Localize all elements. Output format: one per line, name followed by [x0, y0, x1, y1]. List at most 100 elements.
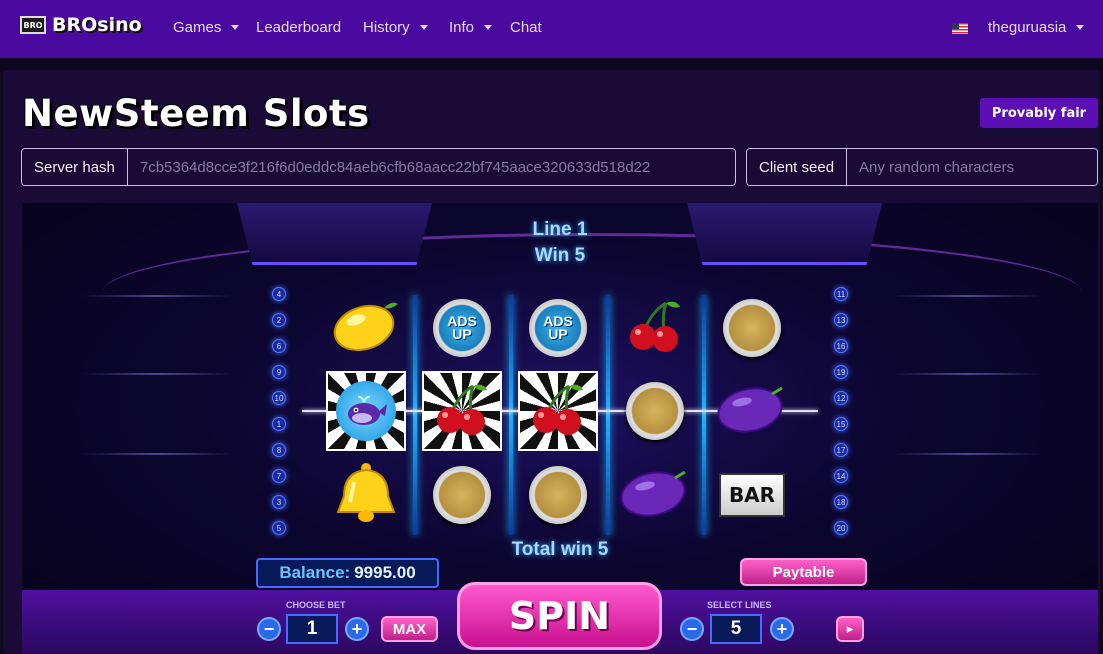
balance-label: Balance: [279, 563, 351, 582]
client-seed-input[interactable] [847, 149, 1097, 185]
brand-link[interactable]: BRO BROsino [20, 14, 142, 36]
server-hash-input[interactable] [127, 149, 735, 185]
whale-icon [336, 381, 396, 441]
line-number-right: 17 [834, 443, 848, 457]
chevron-down-icon [231, 25, 240, 30]
chevron-down-icon [484, 25, 493, 30]
reel-divider [413, 295, 417, 535]
win-text: Win 5 [534, 245, 586, 266]
nav-history[interactable]: History [363, 19, 428, 36]
reel-cell [712, 288, 792, 368]
line-number-left: 6 [272, 339, 286, 353]
spin-button[interactable]: SPIN [457, 582, 662, 650]
line-number-right: 13 [834, 313, 848, 327]
client-seed-group: Client seed [746, 148, 1098, 186]
line-number-left: 2 [272, 313, 286, 327]
reel-cell [712, 371, 792, 451]
reel-divider [509, 295, 513, 535]
line-number-left: 9 [272, 365, 286, 379]
balance-display: Balance: 9995.00 [256, 558, 439, 588]
brand-logo-icon: BRO [20, 16, 46, 34]
reel-cell [326, 455, 406, 535]
reel-cell [518, 455, 598, 535]
chevron-down-icon [1076, 25, 1085, 30]
light-streak [892, 373, 1042, 375]
bet-value: 1 [286, 614, 338, 644]
page-title: NewSteem Slots [22, 92, 370, 135]
line-text: Line 1 [532, 219, 588, 240]
bet-decrease-button[interactable]: − [257, 617, 281, 641]
lines-increase-button[interactable]: + [770, 617, 794, 641]
nav-history-label: History [363, 19, 410, 36]
lemon-icon [332, 298, 400, 359]
steem-coin-icon [529, 466, 587, 524]
total-win-text: Total win 5 [511, 539, 609, 560]
bet-increase-button[interactable]: + [345, 617, 369, 641]
reel-divider [606, 295, 610, 535]
line-number-right: 18 [834, 495, 848, 509]
reel-cell: BAR [712, 455, 792, 535]
light-streak [892, 453, 1042, 455]
choose-bet-label: CHOOSE BET [286, 600, 346, 610]
line-number-right: 15 [834, 417, 848, 431]
sound-toggle-button[interactable]: ▸ [836, 616, 864, 642]
server-hash-label: Server hash [22, 149, 128, 185]
steem-coin-icon [626, 382, 684, 440]
reel-cell [326, 371, 406, 451]
provably-fair-button[interactable]: Provably fair [980, 98, 1098, 128]
nav-info[interactable]: Info [449, 19, 493, 36]
us-flag-icon[interactable] [952, 23, 968, 34]
server-hash-group: Server hash [21, 148, 736, 186]
chevron-down-icon [419, 25, 428, 30]
nav-leaderboard[interactable]: Leaderboard [256, 19, 341, 36]
balance-value: 9995.00 [354, 563, 416, 582]
line-number-right: 19 [834, 365, 848, 379]
cherry-icon [433, 380, 491, 443]
cherry-icon [626, 297, 684, 360]
speaker-icon: ▸ [846, 621, 854, 636]
client-seed-label: Client seed [747, 149, 848, 185]
reel-cell: ADS UP [422, 288, 502, 368]
line-number-right: 11 [834, 287, 848, 301]
cherry-icon [529, 380, 587, 443]
nav-chat-label: Chat [510, 19, 542, 36]
light-streak [82, 295, 232, 297]
reel-cell [615, 288, 695, 368]
select-lines-label: SELECT LINES [707, 600, 772, 610]
line-number-right: 20 [834, 521, 848, 535]
line-number-right: 12 [834, 391, 848, 405]
steem-coin-icon [433, 466, 491, 524]
max-bet-button[interactable]: MAX [381, 616, 438, 642]
steem-coin-icon [723, 299, 781, 357]
nav-info-label: Info [449, 19, 475, 36]
line-number-left: 3 [272, 495, 286, 509]
reel-cell [615, 371, 695, 451]
reel-cell [422, 371, 502, 451]
bar-icon: BAR [719, 473, 785, 517]
brand-name: BROsino [52, 14, 142, 36]
lines-decrease-button[interactable]: − [680, 617, 704, 641]
user-menu[interactable]: theguruasia [988, 19, 1085, 36]
light-streak [892, 295, 1042, 297]
navbar: BRO BROsino Games Leaderboard History In… [0, 0, 1103, 58]
line-number-left: 7 [272, 469, 286, 483]
nav-games[interactable]: Games [173, 19, 240, 36]
line-number-left: 10 [272, 391, 286, 405]
reel-divider [702, 295, 706, 535]
line-number-left: 8 [272, 443, 286, 457]
lines-value: 5 [710, 614, 762, 644]
line-number-left: 1 [272, 417, 286, 431]
adsup-coin-icon: ADS UP [529, 299, 587, 357]
username: theguruasia [988, 19, 1067, 36]
paytable-button[interactable]: Paytable [740, 558, 867, 586]
reel-cell [422, 455, 502, 535]
reel-cell [326, 288, 406, 368]
plum-icon [716, 382, 788, 441]
bell-icon [332, 462, 400, 529]
reel-cell: ADS UP [518, 288, 598, 368]
nav-leaderboard-label: Leaderboard [256, 19, 342, 36]
line-number-left: 4 [272, 287, 286, 301]
light-streak [82, 373, 232, 375]
reel-cell [615, 455, 695, 535]
nav-chat[interactable]: Chat [510, 19, 542, 36]
